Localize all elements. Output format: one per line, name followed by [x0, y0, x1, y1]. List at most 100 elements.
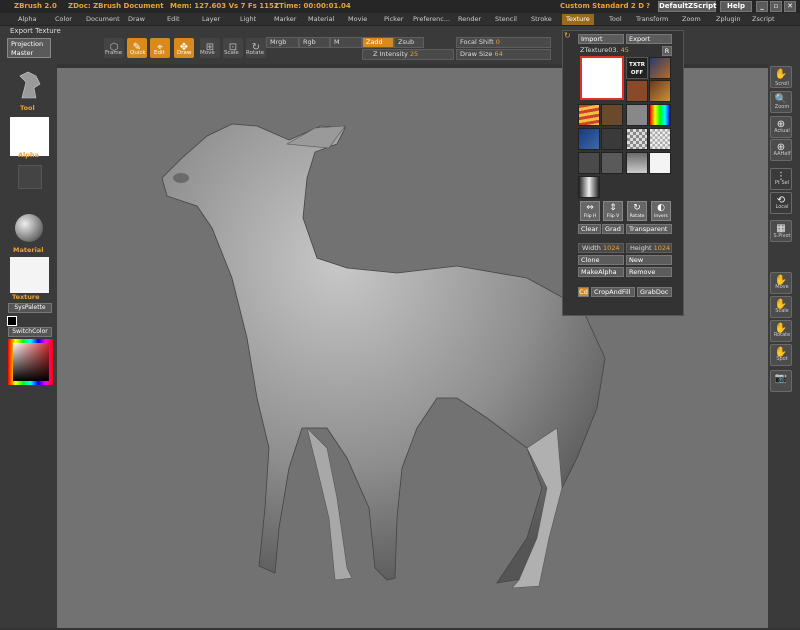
menu-movie[interactable]: Movie — [348, 15, 367, 23]
texture-thumb[interactable] — [578, 176, 600, 198]
actual-icon[interactable]: ⊕ — [770, 116, 792, 138]
rgb-button[interactable]: Rgb — [299, 37, 330, 48]
menu-alpha[interactable]: Alpha — [18, 15, 36, 23]
m-button[interactable]: M — [330, 37, 362, 48]
clear-button[interactable]: Clear — [578, 224, 601, 234]
import-button[interactable]: Import — [578, 34, 624, 44]
help-button[interactable]: Help — [720, 1, 752, 12]
r-button[interactable]: R — [662, 46, 672, 56]
texture-thumb[interactable] — [649, 128, 671, 150]
camera-icon[interactable]: 📷 — [770, 370, 792, 392]
local-icon[interactable]: ⟲ — [770, 192, 792, 214]
menu-zscript[interactable]: Zscript — [752, 15, 775, 23]
texture-thumb[interactable] — [649, 152, 671, 174]
texture-thumb[interactable] — [601, 128, 623, 150]
menu-layer[interactable]: Layer — [202, 15, 220, 23]
menu-zplugin[interactable]: Zplugin — [716, 15, 741, 23]
ui-layout-menu[interactable]: Custom Standard 2 D — [560, 2, 644, 10]
texture-thumb[interactable] — [626, 152, 648, 174]
help-question-button[interactable]: ? — [646, 2, 650, 10]
switchcolor-button[interactable]: SwitchColor — [8, 327, 52, 337]
txtr-off-thumbnail[interactable]: TXTR OFF — [626, 57, 648, 79]
menu-light[interactable]: Light — [240, 15, 256, 23]
tool-label[interactable]: Tool — [20, 104, 35, 112]
cropandfill-button[interactable]: CropAndFill — [591, 287, 635, 297]
texture-thumb[interactable] — [578, 128, 600, 150]
menu-draw[interactable]: Draw — [128, 15, 145, 23]
menu-tool[interactable]: Tool — [609, 15, 622, 23]
mrgb-button[interactable]: Mrgb — [266, 37, 299, 48]
z-intensity-slider[interactable]: Z Intensity 25 — [362, 49, 454, 60]
color-picker[interactable] — [8, 339, 53, 385]
texture-thumb[interactable] — [626, 104, 648, 126]
grad-button[interactable]: Grad — [602, 224, 624, 234]
spot-icon[interactable]: ✋ — [770, 344, 792, 366]
point-select-icon[interactable]: ⋮ — [770, 168, 792, 190]
menu-transform[interactable]: Transform — [636, 15, 668, 23]
menu-edit[interactable]: Edit — [167, 15, 180, 23]
transparent-button[interactable]: Transparent — [626, 224, 672, 234]
zadd-button[interactable]: Zadd — [362, 37, 394, 48]
stroke-preview[interactable] — [18, 165, 42, 189]
projection-master-button[interactable]: Projection Master — [7, 38, 51, 58]
menu-texture[interactable]: Texture — [562, 14, 594, 25]
minimize-button[interactable]: _ — [756, 1, 768, 12]
focal-shift-slider[interactable]: Focal Shift 0 — [456, 37, 551, 48]
texture-label[interactable]: Texture — [12, 293, 40, 301]
texture-thumb[interactable] — [578, 152, 600, 174]
menu-material[interactable]: Material — [308, 15, 334, 23]
width-field[interactable]: Width 1024 — [578, 243, 624, 253]
default-zscript-button[interactable]: DefaultZScript — [658, 1, 717, 12]
menu-render[interactable]: Render — [458, 15, 481, 23]
flip-v-button[interactable]: ⇕ Flip V — [603, 201, 623, 221]
texture-thumb[interactable] — [626, 80, 648, 102]
menu-zoom[interactable]: Zoom — [682, 15, 701, 23]
color-picker-square[interactable] — [13, 343, 49, 381]
invers-button[interactable]: ◐ Invers — [651, 201, 671, 221]
move-hand-icon[interactable]: ✋ — [770, 272, 792, 294]
actual-label: Actual — [774, 128, 790, 134]
rotate-hand-icon[interactable]: ✋ — [770, 320, 792, 342]
menu-stencil[interactable]: Stencil — [495, 15, 517, 23]
menu-preferences[interactable]: Preferenc... — [413, 15, 450, 23]
texture-thumb[interactable] — [601, 152, 623, 174]
maximize-button[interactable]: ▫ — [770, 1, 782, 12]
syspalette-button[interactable]: SysPalette — [8, 303, 52, 313]
zsub-button[interactable]: Zsub — [394, 37, 424, 48]
current-texture-thumbnail[interactable] — [580, 56, 624, 100]
texture-thumb[interactable] — [601, 104, 623, 126]
draw-size-slider[interactable]: Draw Size 64 — [456, 49, 551, 60]
rotate-texture-button[interactable]: ↻ Rotate — [627, 201, 647, 221]
z-intensity-label: Z Intensity — [373, 50, 408, 58]
flip-h-button[interactable]: ⇔ Flip H — [580, 201, 600, 221]
new-button[interactable]: New — [626, 255, 672, 265]
texture-thumb[interactable] — [649, 104, 671, 126]
texture-thumb[interactable] — [626, 128, 648, 150]
menu-stroke[interactable]: Stroke — [531, 15, 552, 23]
export-button[interactable]: Export — [626, 34, 672, 44]
menu-picker[interactable]: Picker — [384, 15, 403, 23]
material-sphere-icon[interactable] — [15, 214, 43, 242]
panel-pin-icon[interactable]: ↻ — [564, 31, 571, 40]
texture-preview[interactable] — [10, 257, 49, 293]
clone-button[interactable]: Clone — [578, 255, 624, 265]
menu-marker[interactable]: Marker — [274, 15, 296, 23]
texture-thumb[interactable] — [649, 80, 671, 102]
texture-thumb[interactable] — [578, 104, 600, 126]
remove-button[interactable]: Remove — [626, 267, 672, 277]
cd-toggle[interactable]: Cd — [578, 287, 589, 297]
close-button[interactable]: ✕ — [784, 1, 796, 12]
main-color-swatch[interactable] — [7, 316, 17, 326]
texture-thumb[interactable] — [649, 57, 671, 79]
width-label: Width — [582, 244, 601, 252]
aahalf-icon[interactable]: ⊕ — [770, 139, 792, 161]
tool-preview-icon[interactable] — [14, 68, 44, 102]
menu-document[interactable]: Document — [86, 15, 120, 23]
scale-hand-icon[interactable]: ✋ — [770, 296, 792, 318]
grabdoc-button[interactable]: GrabDoc — [637, 287, 672, 297]
alpha-label[interactable]: Alpha — [18, 151, 39, 159]
material-label[interactable]: Material — [13, 246, 43, 254]
menu-color[interactable]: Color — [55, 15, 72, 23]
height-field[interactable]: Height 1024 — [626, 243, 672, 253]
makealpha-button[interactable]: MakeAlpha — [578, 267, 624, 277]
